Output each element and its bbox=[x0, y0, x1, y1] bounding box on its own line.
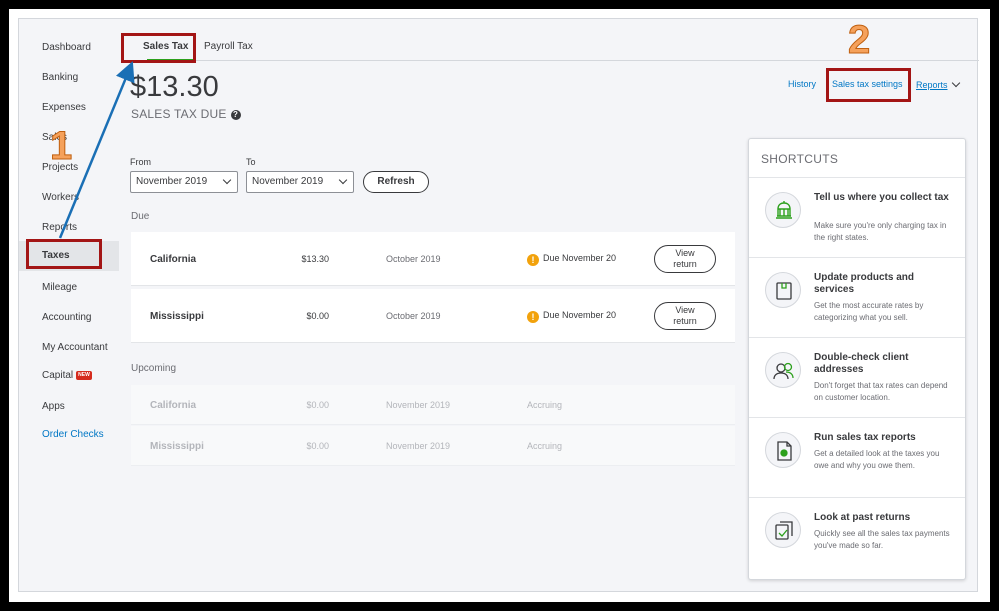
step-1-marker: 1 bbox=[49, 124, 73, 169]
step-2-marker: 2 bbox=[847, 18, 871, 63]
annotation-arrow bbox=[58, 61, 135, 239]
